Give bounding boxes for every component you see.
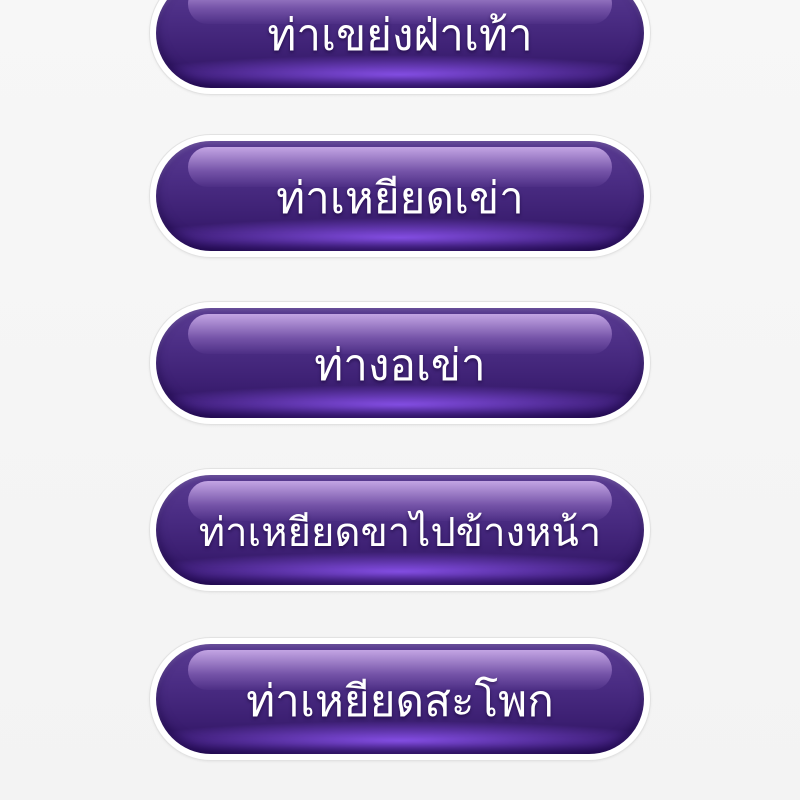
menu-button-frame-knee-extension: ท่าเหยียดเข่า — [150, 135, 650, 257]
menu-button-label: ท่าเหยียดเข่า — [276, 173, 524, 224]
menu-button-knee-extension[interactable]: ท่าเหยียดเข่า — [156, 141, 644, 251]
menu-button-calf-raise[interactable]: ท่าเขย่งฝ่าเท้า — [156, 0, 644, 88]
menu-button-frame-knee-flexion: ท่างอเข่า — [150, 302, 650, 424]
exercise-menu-screen: ท่าเขย่งฝ่าเท้า ท่าเหยียดเข่า ท่างอเข่า … — [0, 0, 800, 800]
menu-button-forward-leg-extension[interactable]: ท่าเหยียดขาไปข้างหน้า — [156, 475, 644, 585]
menu-button-knee-flexion[interactable]: ท่างอเข่า — [156, 308, 644, 418]
menu-button-frame-forward-leg-extension: ท่าเหยียดขาไปข้างหน้า — [150, 469, 650, 591]
menu-button-label: ท่าเขย่งฝ่าเท้า — [267, 10, 533, 61]
menu-button-frame-hip-extension: ท่าเหยียดสะโพก — [150, 638, 650, 760]
menu-button-frame-calf-raise: ท่าเขย่งฝ่าเท้า — [150, 0, 650, 94]
menu-button-label: ท่าเหยียดขาไปข้างหน้า — [198, 510, 602, 556]
menu-button-label: ท่าเหยียดสะโพก — [246, 676, 554, 727]
menu-button-label: ท่างอเข่า — [314, 340, 486, 391]
menu-button-hip-extension[interactable]: ท่าเหยียดสะโพก — [156, 644, 644, 754]
